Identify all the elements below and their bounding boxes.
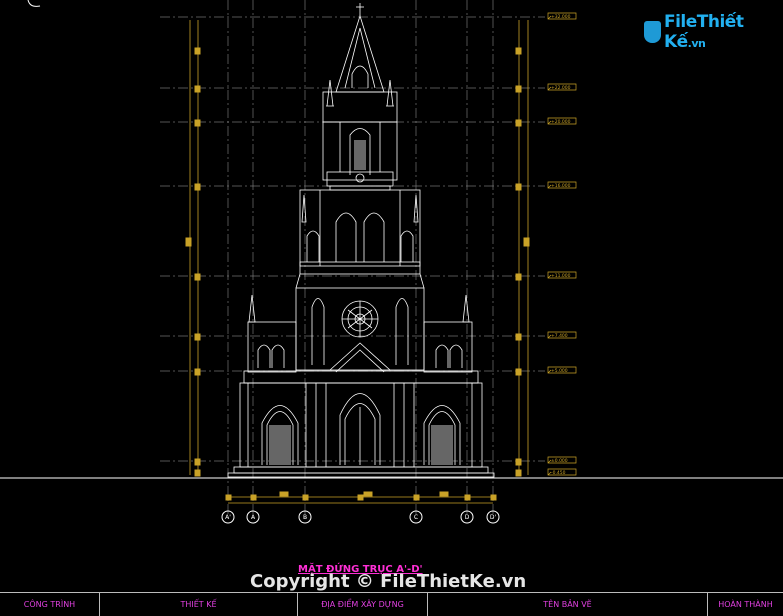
axis-label: D	[465, 514, 470, 521]
level-label: +11.000	[551, 273, 571, 279]
axis-label: C	[414, 514, 418, 521]
copyright-watermark: Copyright © FileThietKe.vn	[250, 571, 527, 592]
level-label: +32.000	[551, 14, 571, 20]
axis-bubbles	[221, 510, 500, 524]
axis-label: A	[251, 514, 256, 521]
level-label: ±0.000	[551, 458, 568, 464]
axis-label: B	[303, 514, 307, 521]
level-label: +20.000	[551, 119, 571, 125]
left-dimension-chain	[185, 20, 201, 477]
title-cell-location[interactable]: ĐỊA ĐIỂM XÂY DỰNG	[298, 593, 428, 616]
level-markers	[547, 12, 577, 476]
level-label: +16.000	[551, 183, 571, 189]
axis-bubble-labels: A' A B C D D'	[225, 514, 496, 521]
cad-drawing-canvas[interactable]: +32.000 +22.000 +20.000 +16.000 +11.000 …	[0, 0, 783, 615]
title-cell-completion[interactable]: HOÀN THÀNH	[708, 593, 783, 616]
logo-suffix: .vn	[687, 37, 706, 50]
church-elevation	[227, 3, 495, 478]
title-cell-sheet-name[interactable]: TÊN BẢN VẼ	[428, 593, 708, 616]
level-grid-lines	[160, 16, 545, 462]
level-label: +22.000	[551, 85, 571, 91]
axis-grid-lines	[227, 0, 494, 520]
title-cell-project[interactable]: CÔNG TRÌNH	[0, 593, 100, 616]
logo-icon	[644, 21, 661, 43]
level-marker-labels: +32.000 +22.000 +20.000 +16.000 +11.000 …	[551, 14, 571, 476]
corner-arc	[27, 0, 41, 7]
level-label: +5.000	[551, 368, 568, 374]
site-logo[interactable]: FileThiết Kế.vn	[644, 12, 783, 52]
level-label: -0.450	[551, 470, 566, 476]
title-cell-designer[interactable]: THIẾT KẾ	[100, 593, 298, 616]
drawing-title-block: CÔNG TRÌNH THIẾT KẾ ĐỊA ĐIỂM XÂY DỰNG TÊ…	[0, 592, 783, 616]
logo-text: FileThiết Kế.vn	[664, 12, 783, 52]
right-dimension-chain	[515, 20, 530, 477]
axis-label: D'	[490, 514, 497, 521]
level-label: +7.400	[551, 333, 568, 339]
door-shading	[269, 140, 453, 465]
bottom-dimension-chain	[225, 491, 497, 504]
axis-label: A'	[225, 514, 231, 521]
